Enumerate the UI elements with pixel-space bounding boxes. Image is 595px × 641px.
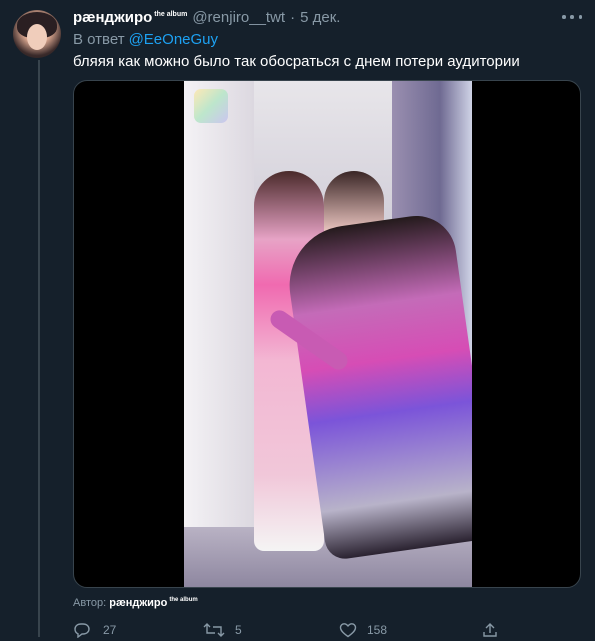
reply-to-line: В ответ @EeOneGuy xyxy=(73,31,218,48)
stage-background-left xyxy=(184,81,254,587)
reply-count: 27 xyxy=(103,623,117,637)
author-name[interactable]: рæнджиро the album xyxy=(73,9,187,26)
credit-prefix: Автор: xyxy=(73,597,107,609)
show-champion-logo-icon xyxy=(194,89,228,123)
tweet-date[interactable]: 5 дек. xyxy=(300,9,340,26)
credit-author-sup: the album xyxy=(169,597,198,604)
share-action[interactable] xyxy=(481,622,499,641)
media-credit: Автор: рæнджиро the album xyxy=(73,597,198,609)
tweet-actions: 27 5 158 xyxy=(73,622,513,638)
retweet-action[interactable]: 5 xyxy=(203,622,242,638)
reply-prefix: В ответ xyxy=(73,31,125,48)
share-icon xyxy=(483,623,497,637)
author-handle[interactable]: @renjiro__twt xyxy=(192,9,285,26)
author-name-text: рæнджиро xyxy=(73,9,153,26)
credit-author[interactable]: рæнджиро the album xyxy=(109,597,197,609)
separator-dot: · xyxy=(290,9,296,26)
avatar-face xyxy=(27,24,47,50)
retweet-icon xyxy=(203,623,225,637)
tweet-header: рæнджиро the album @renjiro__twt · 5 дек. xyxy=(73,9,340,29)
author-name-sup: the album xyxy=(154,11,188,18)
reply-icon xyxy=(74,623,90,638)
tweet-media-video[interactable] xyxy=(73,80,581,588)
like-icon xyxy=(339,623,357,638)
more-icon[interactable] xyxy=(562,10,582,24)
tweet-text: бляяя как можно было так обосраться с дн… xyxy=(73,53,520,70)
thread-line xyxy=(38,60,40,637)
credit-author-name: рæнджиро xyxy=(109,597,168,609)
like-action[interactable]: 158 xyxy=(339,622,387,638)
video-frame[interactable] xyxy=(184,81,472,587)
reply-action[interactable]: 27 xyxy=(73,622,116,638)
reply-to-link[interactable]: @EeOneGuy xyxy=(129,31,218,48)
retweet-count: 5 xyxy=(235,623,242,637)
avatar[interactable] xyxy=(13,10,61,58)
like-count: 158 xyxy=(367,623,388,637)
